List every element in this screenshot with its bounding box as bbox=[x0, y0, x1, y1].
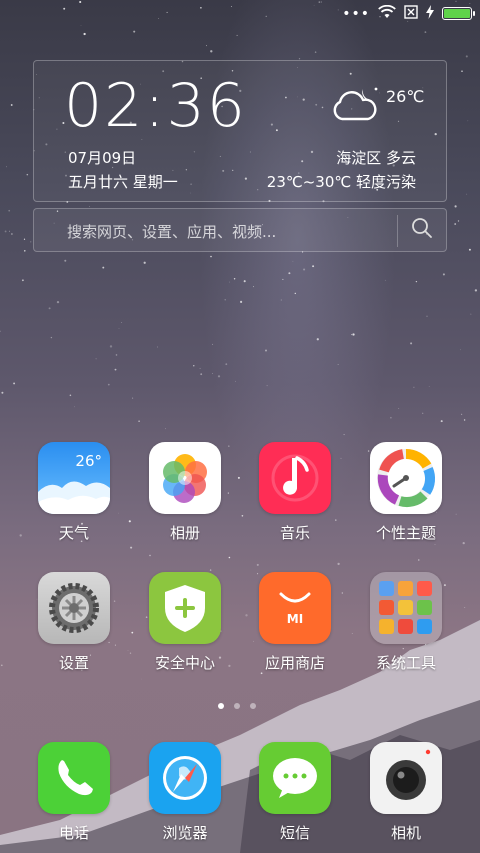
app-label-app-store: 应用商店 bbox=[264, 654, 325, 672]
status-bar: ••• bbox=[0, 0, 480, 28]
app-music[interactable]: 音乐 bbox=[240, 442, 350, 543]
battery-icon bbox=[442, 7, 475, 20]
phone-app-icon bbox=[38, 742, 110, 814]
app-label-system-tools: 系统工具 bbox=[375, 654, 436, 672]
app-themes[interactable]: 个性主题 bbox=[351, 442, 461, 543]
clock-weather-widget[interactable]: 02:36 07月09日 五月廿六 星期一 26℃ 海淀区 多云 23℃~30℃… bbox=[33, 60, 447, 202]
clock-date: 07月09日 bbox=[68, 149, 137, 167]
dock-messages[interactable]: 短信 bbox=[240, 742, 350, 843]
security-app-icon bbox=[149, 572, 221, 644]
page-dot-2[interactable] bbox=[234, 703, 240, 709]
search-icon bbox=[411, 217, 433, 243]
music-app-icon bbox=[259, 442, 331, 514]
app-label-phone: 电话 bbox=[58, 824, 89, 842]
themes-app-icon bbox=[370, 442, 442, 514]
app-settings[interactable]: 设置 bbox=[19, 572, 129, 673]
search-input[interactable]: 搜索网页、设置、应用、视频... bbox=[67, 221, 276, 242]
app-gallery[interactable]: 相册 bbox=[130, 442, 240, 543]
page-dot-3[interactable] bbox=[250, 703, 256, 709]
app-security[interactable]: 安全中心 bbox=[130, 572, 240, 673]
dock-camera[interactable]: 相机 bbox=[351, 742, 461, 843]
temperature-range-air-quality: 23℃~30℃ 轻度污染 bbox=[266, 173, 416, 191]
settings-app-icon bbox=[38, 572, 110, 644]
app-weather[interactable]: 26° 天气 bbox=[19, 442, 129, 543]
app-label-weather: 天气 bbox=[58, 524, 89, 542]
no-sim-icon bbox=[404, 4, 418, 23]
app-label-themes: 个性主题 bbox=[375, 524, 436, 542]
page-dot-1[interactable] bbox=[218, 703, 224, 709]
page-indicator[interactable] bbox=[218, 703, 256, 709]
weather-app-icon: 26° bbox=[38, 442, 110, 514]
app-label-music: 音乐 bbox=[279, 524, 310, 542]
messages-app-icon bbox=[259, 742, 331, 814]
district-condition: 海淀区 多云 bbox=[336, 149, 416, 167]
app-label-gallery: 相册 bbox=[169, 524, 200, 542]
clock-time[interactable]: 02:36 bbox=[64, 71, 247, 141]
search-bar[interactable]: 搜索网页、设置、应用、视频... bbox=[33, 208, 447, 252]
gallery-app-icon bbox=[149, 442, 221, 514]
app-store[interactable]: MI 应用商店 bbox=[240, 572, 350, 673]
charging-bolt-icon bbox=[426, 4, 434, 23]
mi-logo: MI bbox=[286, 612, 304, 626]
app-label-settings: 设置 bbox=[58, 654, 89, 672]
current-temperature: 26℃ bbox=[386, 87, 425, 106]
cloudy-night-icon bbox=[330, 85, 380, 129]
search-button[interactable] bbox=[398, 209, 446, 251]
app-label-messages: 短信 bbox=[279, 824, 310, 842]
weather-icon-temp-badge: 26° bbox=[75, 452, 102, 470]
system-tools-folder-icon bbox=[370, 572, 442, 644]
app-label-security: 安全中心 bbox=[154, 654, 215, 672]
dock-phone[interactable]: 电话 bbox=[19, 742, 129, 843]
app-store-icon: MI bbox=[259, 572, 331, 644]
camera-app-icon bbox=[370, 742, 442, 814]
wifi-icon bbox=[378, 4, 396, 23]
app-label-browser: 浏览器 bbox=[162, 824, 208, 842]
dock-browser[interactable]: 浏览器 bbox=[130, 742, 240, 843]
lunar-weekday: 五月廿六 星期一 bbox=[68, 173, 178, 191]
folder-system-tools[interactable]: 系统工具 bbox=[351, 572, 461, 673]
browser-app-icon bbox=[149, 742, 221, 814]
more-notifications-dots: ••• bbox=[342, 5, 370, 22]
app-label-camera: 相机 bbox=[390, 824, 421, 842]
battery-fill bbox=[444, 9, 470, 18]
